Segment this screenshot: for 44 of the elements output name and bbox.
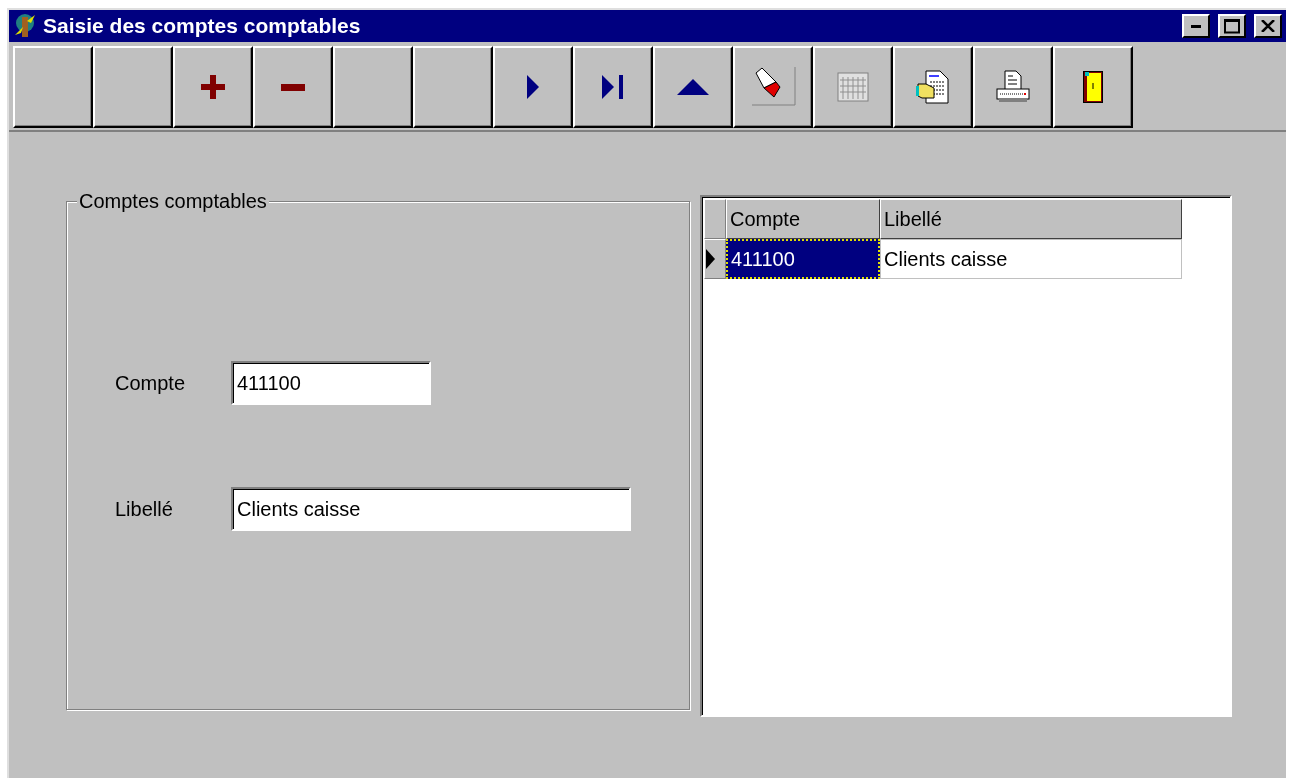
close-icon <box>1261 20 1275 32</box>
toolbar-button[interactable] <box>413 46 493 128</box>
app-icon <box>13 13 37 39</box>
group-title: Comptes comptables <box>77 190 269 213</box>
maximize-icon <box>1224 18 1240 34</box>
field-label: Compte <box>115 371 187 395</box>
toolbar-button[interactable] <box>13 46 93 128</box>
toolbar-button[interactable] <box>493 46 573 128</box>
toolbar-button[interactable] <box>333 46 413 128</box>
door-icon <box>1083 71 1103 103</box>
play-icon <box>527 75 539 99</box>
triangle-right-icon <box>705 249 715 269</box>
row-indicator[interactable] <box>704 239 726 279</box>
minimize-button[interactable] <box>1182 14 1210 38</box>
input-field[interactable]: 411100 <box>231 361 431 405</box>
flashlight-icon <box>750 67 796 107</box>
toolbar-button[interactable] <box>173 46 253 128</box>
toolbar-button[interactable] <box>1053 46 1133 128</box>
field-label: Libellé <box>115 497 174 521</box>
column-header[interactable]: Compte <box>726 199 880 239</box>
calendar-icon <box>837 72 869 102</box>
triangle-up-icon <box>677 79 709 95</box>
toolbar-button[interactable] <box>733 46 813 128</box>
toolbar-button[interactable] <box>253 46 333 128</box>
close-button[interactable] <box>1254 14 1282 38</box>
toolbar-button[interactable] <box>653 46 733 128</box>
row-header <box>704 199 726 239</box>
column-header[interactable]: Libellé <box>880 199 1182 239</box>
toolbar-button[interactable] <box>93 46 173 128</box>
toolbar-button[interactable] <box>973 46 1053 128</box>
minimize-icon <box>1191 24 1201 28</box>
input-field[interactable]: Clients caisse <box>231 487 631 531</box>
maximize-button[interactable] <box>1218 14 1246 38</box>
table-cell[interactable]: Clients caisse <box>880 239 1182 279</box>
document-hand-icon <box>916 70 950 104</box>
table-cell[interactable]: 411100 <box>726 239 880 279</box>
toolbar-button[interactable] <box>813 46 893 128</box>
minus-icon <box>281 83 305 91</box>
skip-to-end-icon <box>602 75 624 99</box>
toolbar-button[interactable] <box>893 46 973 128</box>
toolbar-button[interactable] <box>573 46 653 128</box>
window-title: Saisie des comptes comptables <box>43 14 362 38</box>
printer-icon <box>996 70 1030 104</box>
plus-icon <box>201 75 225 99</box>
